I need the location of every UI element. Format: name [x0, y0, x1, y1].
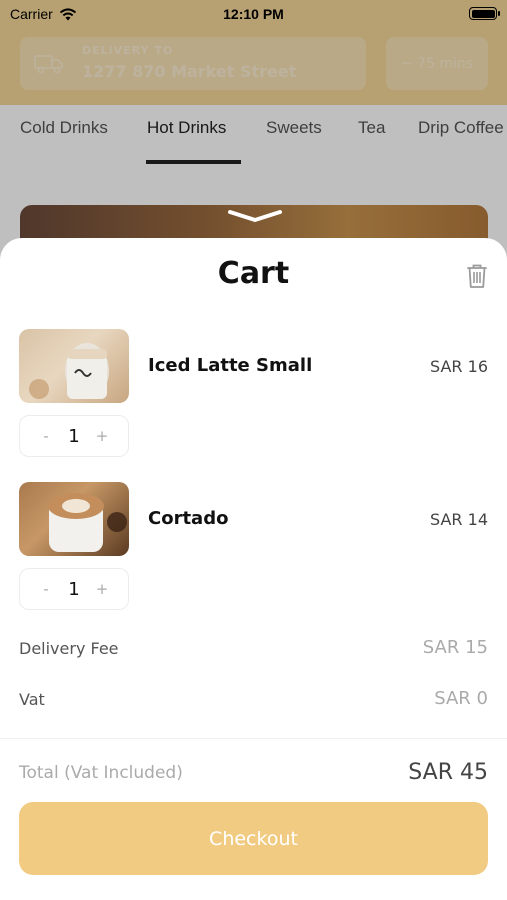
delivery-fee-label: Delivery Fee — [19, 639, 119, 658]
delivery-fee-value: SAR 15 — [422, 637, 488, 658]
total-label: Total (Vat Included) — [19, 763, 183, 783]
increment-button[interactable]: + — [94, 427, 110, 445]
sheet-dismiss-chevron-icon[interactable] — [226, 209, 284, 223]
total-value: SAR 45 — [408, 760, 488, 785]
vat-label: Vat — [19, 690, 45, 709]
increment-button[interactable]: + — [94, 580, 110, 598]
trash-icon[interactable] — [463, 262, 491, 290]
item-image-cortado — [19, 482, 129, 556]
item-name: Cortado — [148, 508, 229, 529]
cart-title: Cart — [217, 256, 290, 291]
item-price: SAR 14 — [430, 510, 488, 529]
item-image-iced-latte — [19, 329, 129, 403]
decrement-button[interactable]: - — [38, 580, 54, 598]
total-label-text: Total — [19, 763, 59, 783]
quantity-value: 1 — [68, 425, 80, 447]
iced-latte-cup-illustration — [29, 343, 109, 399]
item-name: Iced Latte Small — [148, 355, 313, 376]
quantity-stepper: - 1 + — [19, 568, 129, 610]
vat-value: SAR 0 — [434, 688, 488, 709]
total-vat-note: (Vat Included) — [64, 763, 183, 783]
cortado-cup-illustration — [48, 493, 127, 552]
item-price: SAR 16 — [430, 357, 488, 376]
quantity-value: 1 — [68, 578, 80, 600]
cart-sheet: Cart Iced Latte Small SAR 16 - 1 + Corta… — [0, 238, 507, 900]
divider — [0, 738, 507, 739]
checkout-button[interactable]: Checkout — [19, 802, 488, 875]
quantity-stepper: - 1 + — [19, 415, 129, 457]
decrement-button[interactable]: - — [38, 427, 54, 445]
